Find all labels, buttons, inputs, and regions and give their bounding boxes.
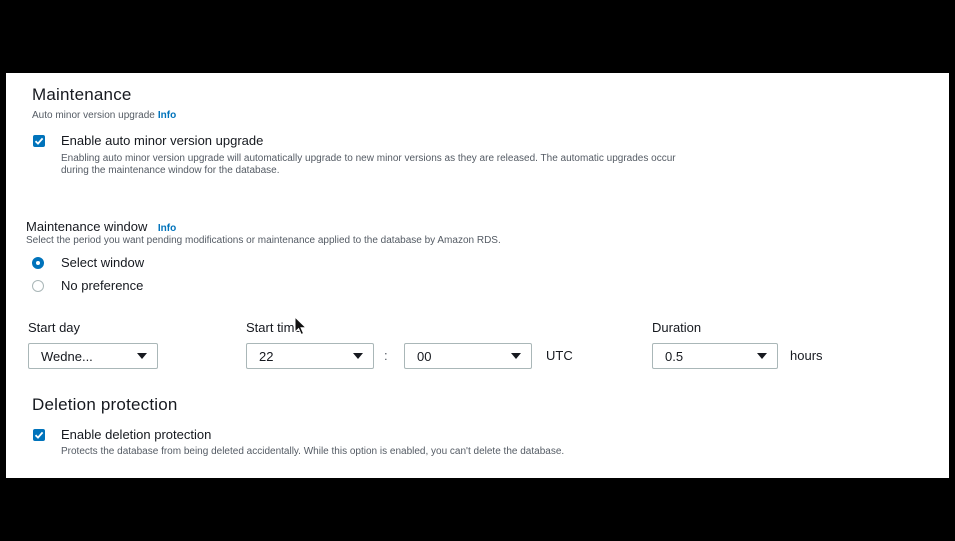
start-minute-value: 00 — [417, 348, 432, 364]
auto-minor-upgrade-checkbox[interactable] — [33, 135, 45, 147]
auto-minor-version-info-link[interactable]: Info — [158, 110, 176, 121]
auto-minor-version-subtitle-text: Auto minor version upgrade — [32, 110, 155, 121]
no-preference-label[interactable]: No preference — [61, 278, 143, 293]
duration-unit: hours — [790, 348, 823, 363]
maintenance-window-title: Maintenance window — [26, 219, 148, 234]
video-letterbox-bottom — [0, 478, 955, 541]
maintenance-window-info-link[interactable]: Info — [158, 223, 176, 234]
start-day-select[interactable]: Wedne... — [28, 343, 158, 369]
auto-minor-upgrade-label[interactable]: Enable auto minor version upgrade — [61, 133, 263, 148]
no-preference-radio[interactable] — [32, 280, 44, 292]
start-hour-select[interactable]: 22 — [246, 343, 374, 369]
chevron-down-icon — [757, 353, 767, 359]
start-day-label: Start day — [28, 320, 81, 335]
deletion-protection-checkbox[interactable] — [33, 429, 45, 441]
select-window-label[interactable]: Select window — [61, 255, 144, 270]
select-window-radio[interactable] — [32, 257, 44, 269]
start-hour-value: 22 — [259, 348, 274, 364]
chevron-down-icon — [511, 353, 521, 359]
deletion-protection-description: Protects the database from being deleted… — [61, 446, 565, 457]
duration-label: Duration — [652, 320, 702, 335]
auto-minor-upgrade-description: Enabling auto minor version upgrade will… — [61, 153, 676, 176]
maintenance-window-description: Select the period you want pending modif… — [26, 235, 501, 246]
maintenance-window-header: Maintenance window Info — [26, 218, 176, 236]
maintenance-heading: Maintenance — [32, 85, 132, 104]
deletion-protection-heading: Deletion protection — [32, 395, 178, 414]
mouse-pointer-icon — [294, 316, 308, 336]
duration-value: 0.5 — [665, 348, 684, 364]
chevron-down-icon — [353, 353, 363, 359]
timezone-label: UTC — [546, 348, 573, 363]
start-day-value: Wedne... — [41, 348, 93, 364]
time-separator: : — [384, 348, 388, 363]
database-settings-panel: Maintenance Auto minor version upgrade In… — [6, 73, 949, 478]
deletion-protection-label[interactable]: Enable deletion protection — [61, 427, 211, 442]
chevron-down-icon — [137, 353, 147, 359]
checkmark-icon — [34, 137, 44, 145]
auto-minor-version-subtitle: Auto minor version upgrade Info — [32, 110, 176, 121]
duration-select[interactable]: 0.5 — [652, 343, 778, 369]
video-letterbox-top — [0, 0, 955, 73]
checkmark-icon — [34, 431, 44, 439]
start-minute-select[interactable]: 00 — [404, 343, 532, 369]
